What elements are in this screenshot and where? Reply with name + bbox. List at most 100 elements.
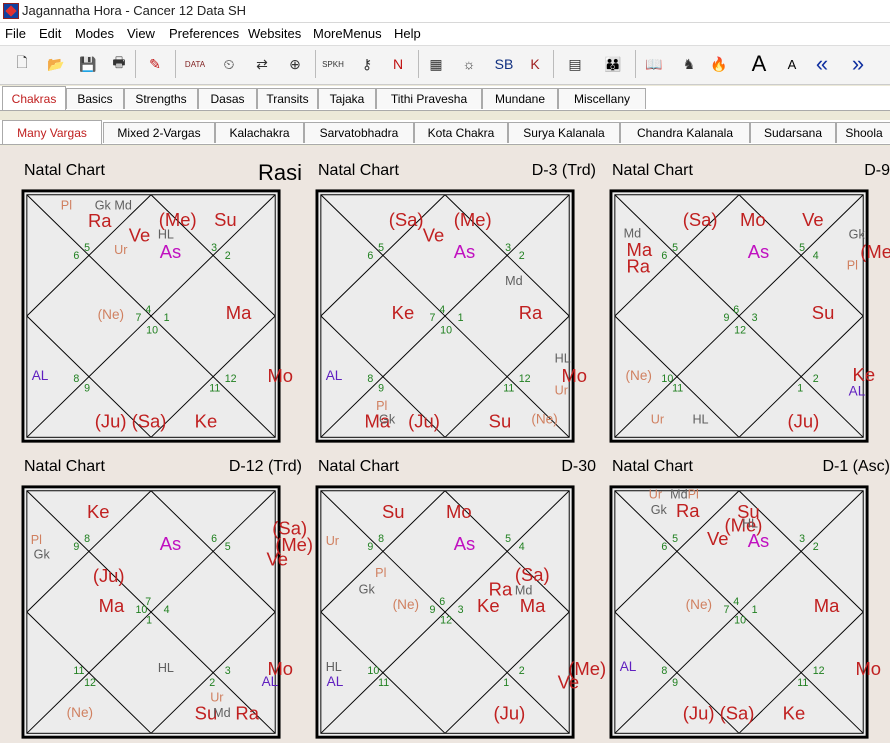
tab-tithi-pravesha[interactable]: Tithi Pravesha xyxy=(376,88,482,109)
sun-icon[interactable]: ☼ xyxy=(456,51,482,77)
save-icon[interactable]: 💾 xyxy=(76,51,100,77)
sign-number: 11 xyxy=(378,677,389,689)
menu-view[interactable]: View xyxy=(127,26,155,41)
new-icon[interactable]: 🗋 xyxy=(10,51,34,77)
n-icon[interactable]: N xyxy=(386,51,410,77)
fire-icon[interactable]: 🔥 xyxy=(705,51,733,77)
table-icon[interactable]: ▤ xyxy=(561,51,589,77)
chart-varga-label: D-9 xyxy=(864,162,890,179)
prev-icon[interactable]: « xyxy=(810,51,834,77)
sign-number: 5 xyxy=(225,541,231,553)
sign-number: 3 xyxy=(225,665,231,677)
window-title: Jagannatha Hora - Cancer 12 Data SH xyxy=(22,3,247,18)
tab-kalachakra[interactable]: Kalachakra xyxy=(215,122,304,143)
sign-number: 7 xyxy=(724,604,730,616)
sign-number: 6 xyxy=(211,533,217,545)
book-icon[interactable]: 📖 xyxy=(641,51,667,77)
data-clock-icon[interactable]: DATA xyxy=(180,51,210,77)
sign-number: 12 xyxy=(440,615,452,627)
menu-edit[interactable]: Edit xyxy=(39,26,61,41)
toolbar-separator xyxy=(175,50,176,78)
menu-help[interactable]: Help xyxy=(394,26,421,41)
sign-number: 3 xyxy=(799,533,805,545)
sign-number: 2 xyxy=(225,250,231,262)
sign-number: 4 xyxy=(439,304,445,316)
tab-miscellany[interactable]: Miscellany xyxy=(558,88,646,109)
planet-label: HL xyxy=(742,517,758,531)
menu-preferences[interactable]: Preferences xyxy=(169,26,239,41)
menu-file[interactable]: File xyxy=(5,26,26,41)
chart-edit-icon[interactable]: ✎ xyxy=(141,51,169,77)
grid-icon[interactable]: ▦ xyxy=(422,51,450,77)
planet-label: Su xyxy=(812,302,835,323)
tab-chakras[interactable]: Chakras xyxy=(2,86,66,110)
planet-label: Ma xyxy=(520,595,546,616)
planet-label: Su xyxy=(382,501,405,522)
planet-label: Ur xyxy=(649,488,662,502)
font-larger-icon[interactable]: A xyxy=(747,51,771,77)
tab-many-vargas[interactable]: Many Vargas xyxy=(2,120,102,144)
chart-title: Natal Chart xyxy=(24,458,105,475)
sign-number: 2 xyxy=(519,250,525,262)
next-icon[interactable]: » xyxy=(845,51,871,77)
tab-chandra-kalanala[interactable]: Chandra Kalanala xyxy=(620,122,750,143)
spkh-icon[interactable]: SPKH xyxy=(319,51,347,77)
menu-websites[interactable]: Websites xyxy=(248,26,301,41)
planet-label: Ke xyxy=(477,595,500,616)
chart-varga-label: D-1 (Asc) xyxy=(822,458,890,475)
people-icon[interactable]: 👪 xyxy=(598,51,628,77)
tab-basics[interactable]: Basics xyxy=(66,88,124,109)
tab-sudarsana[interactable]: Sudarsana xyxy=(750,122,836,143)
chart-panel-5[interactable]: Natal Chart D-30 Su Mo As Ur 9 8 5 4 Pl Gk (Ne) (Sa) R… xyxy=(314,450,606,740)
north-indian-chart: KeAs(Sa)(Me)VePlGk98 65(Ju)Ma 10714HL1112 2… xyxy=(21,485,313,739)
chart-panel-3[interactable]: Natal ChartD-9(Sa)MoVeAsMdMaRa6554Gk(Me)… xyxy=(608,154,890,444)
font-smaller-icon[interactable]: A xyxy=(782,51,802,77)
menu-moremenus[interactable]: MoreMenus xyxy=(313,26,382,41)
sign-number: 5 xyxy=(799,242,805,254)
tab-surya-kalanala[interactable]: Surya Kalanala xyxy=(508,122,620,143)
ascendant-label: As xyxy=(454,533,476,554)
planet-label: Ra xyxy=(676,500,700,521)
open-icon[interactable]: 📂 xyxy=(44,51,68,77)
planet-label: (Ne) xyxy=(393,597,419,612)
sign-number: 9 xyxy=(73,541,79,553)
toolbar: 🗋 📂 💾 🖶 ✎ DATA ⏲ ⇄ ⊕ SPKH ⚷ N ▦ ☼ SB K ▤ 👪 📖 ♞ 🔥 A A « » xyxy=(0,45,890,85)
tab-sarvatobhadra[interactable]: Sarvatobhadra xyxy=(304,122,414,143)
sign-number: 8 xyxy=(378,533,384,545)
tab-tajaka[interactable]: Tajaka xyxy=(318,88,376,109)
sign-number: 6 xyxy=(439,596,445,608)
planet-label: Su xyxy=(214,209,237,230)
tab-dasas[interactable]: Dasas xyxy=(198,88,257,109)
tab-strengths[interactable]: Strengths xyxy=(124,88,198,109)
yoga-icon[interactable]: ♞ xyxy=(675,51,703,77)
sign-number: 11 xyxy=(503,383,514,395)
planet-label: (Sa) xyxy=(683,209,718,230)
sub-tab-row: Many Vargas Mixed 2-Vargas Kalachakra Sarva… xyxy=(0,120,890,145)
sign-number: 4 xyxy=(813,250,819,262)
chart-panel-6[interactable]: Natal Chart D-1 (Asc) Ur Md Pl Gk Ra Su (Me) HL Ve… xyxy=(608,450,890,740)
tab-kota-chakra[interactable]: Kota Chakra xyxy=(414,122,508,143)
north-indian-chart: (Sa) (Me)VeAs65 32MdKe 74101 RaAL 89HL1112 MoU… xyxy=(315,189,587,443)
planet-label: (Ju) xyxy=(93,565,125,586)
transit-icon[interactable]: ⇄ xyxy=(248,51,276,77)
tab-mixed-2-vargas[interactable]: Mixed 2-Vargas xyxy=(103,122,215,143)
sign-number: 9 xyxy=(430,604,436,616)
tab-shoola[interactable]: Shoola xyxy=(836,122,890,143)
circle-cross-icon[interactable]: ⊕ xyxy=(281,51,309,77)
print-icon[interactable]: 🖶 xyxy=(107,51,131,77)
tab-transits[interactable]: Transits xyxy=(257,88,318,109)
sb-icon[interactable]: SB xyxy=(491,51,517,77)
chart-panel-4[interactable]: Natal Chart D-12 (Trd) Ke As (Sa) (Me) Ve Pl Gk 9… xyxy=(20,450,313,740)
planet-label: Ra xyxy=(519,302,543,323)
clock-forward-icon[interactable]: ⏲ xyxy=(216,51,242,77)
k-icon[interactable]: K xyxy=(523,51,547,77)
chart-panel-2[interactable]: Natal Chart D-3 (Trd) (Sa) (Me) Ve As 6 5 3 2 Md Ke… xyxy=(314,154,604,444)
menu-modes[interactable]: Modes xyxy=(75,26,114,41)
key-icon[interactable]: ⚷ xyxy=(355,51,379,77)
planet-label: (Me) xyxy=(860,241,890,262)
planet-label: Ke xyxy=(87,501,110,522)
chart-panel-1[interactable]: Natal Chart Rasi Pl Gk Md Ra (Me) Su Ve HL As Ur 6 5… xyxy=(20,154,310,444)
sign-number: 4 xyxy=(145,304,151,316)
chart-area: Natal Chart Rasi Pl Gk Md Ra (Me) Su Ve HL As Ur 6 5… xyxy=(0,146,890,743)
tab-mundane[interactable]: Mundane xyxy=(482,88,558,109)
